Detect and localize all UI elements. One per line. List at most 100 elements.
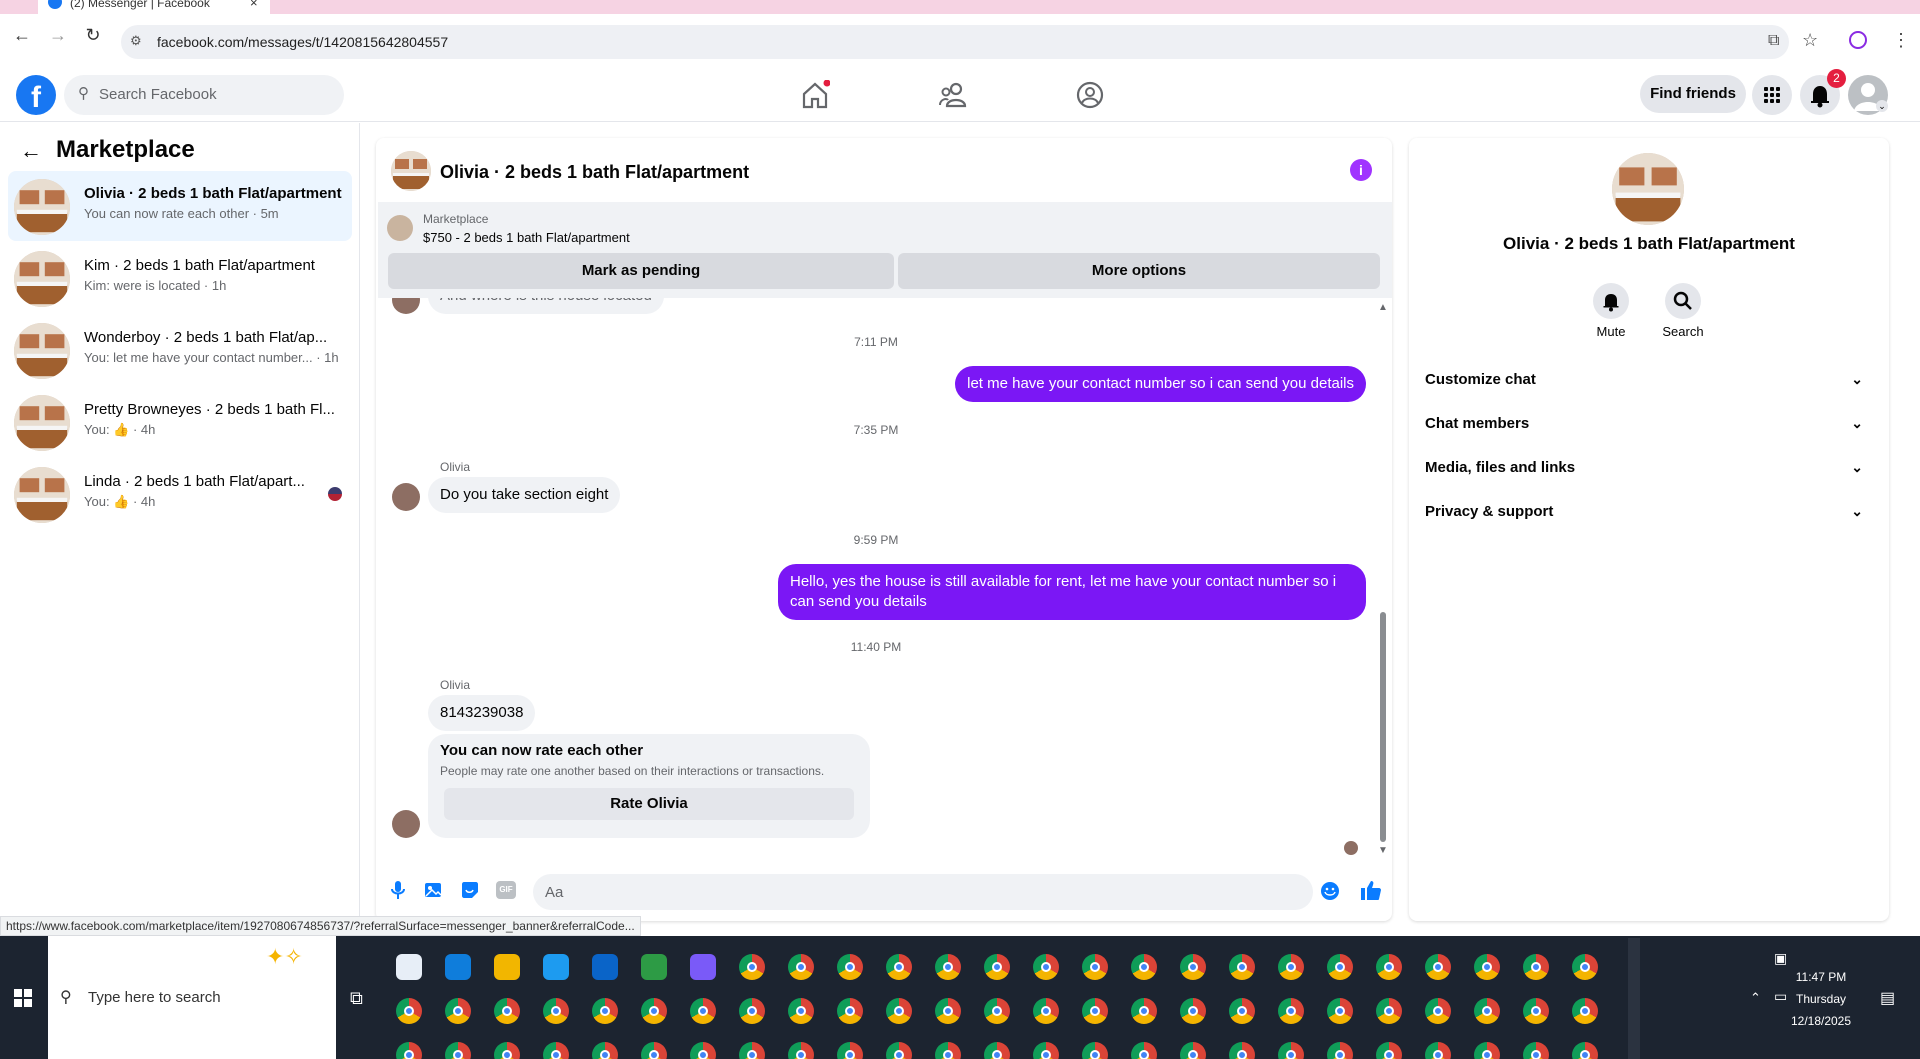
taskbar-app-icon[interactable] <box>494 954 520 980</box>
conversation-item[interactable]: Kim · 2 beds 1 bath Flat/apartment Kim: w… <box>8 243 352 313</box>
info-icon[interactable]: i <box>1350 159 1372 181</box>
scroll-up-icon[interactable]: ▲ <box>1378 302 1388 313</box>
thumbs-up-icon[interactable] <box>1360 879 1382 901</box>
site-info-icon[interactable]: ⚙ <box>130 33 142 49</box>
banner-listing[interactable]: $750 - 2 beds 1 bath Flat/apartment <box>423 230 630 245</box>
taskbar-app-icon[interactable] <box>1474 954 1500 980</box>
search-in-chat-button[interactable] <box>1665 283 1701 319</box>
taskbar-app-icon[interactable] <box>1033 954 1059 980</box>
rate-olivia-button[interactable]: Rate Olivia <box>444 788 854 820</box>
find-friends-button[interactable]: Find friends <box>1640 75 1746 113</box>
taskbar-app-icon[interactable] <box>1229 954 1255 980</box>
install-icon[interactable]: ⧉ <box>1768 32 1779 50</box>
taskbar-app-icon[interactable] <box>739 998 765 1024</box>
taskbar-app-icon[interactable] <box>935 954 961 980</box>
taskbar-app-icon[interactable] <box>1523 954 1549 980</box>
chevron-down-icon[interactable]: ⌄ <box>1876 100 1888 112</box>
microphone-icon[interactable] <box>390 880 406 900</box>
taskbar-app-icon[interactable] <box>1033 998 1059 1024</box>
meet-now-icon[interactable]: ▣ <box>1774 950 1787 967</box>
sticker-icon[interactable] <box>460 880 480 900</box>
taskbar-clock[interactable]: 11:47 PM Thursday 12/18/2025 <box>1776 966 1866 1032</box>
taskbar-app-icon[interactable] <box>396 998 422 1024</box>
message-input[interactable] <box>533 874 1313 910</box>
taskbar-app-icon[interactable] <box>690 998 716 1024</box>
taskbar-app-icon[interactable] <box>1572 954 1598 980</box>
back-icon[interactable]: ← <box>9 22 35 48</box>
mute-button[interactable] <box>1593 283 1629 319</box>
conversation-item[interactable]: Linda · 2 beds 1 bath Flat/apart... You: … <box>8 459 352 529</box>
taskbar-app-icon[interactable] <box>1327 954 1353 980</box>
taskbar-app-icon[interactable] <box>1131 998 1157 1024</box>
taskbar-app-icon[interactable] <box>1180 998 1206 1024</box>
taskbar-app-icon[interactable] <box>1572 998 1598 1024</box>
taskbar-app-icon[interactable] <box>1180 954 1206 980</box>
taskbar-app-icon[interactable] <box>788 954 814 980</box>
facebook-logo[interactable]: f <box>16 75 56 115</box>
scrollbar[interactable] <box>1380 612 1386 842</box>
taskbar-app-icon[interactable] <box>1082 998 1108 1024</box>
details-menu-item[interactable]: Customize chat ⌄ <box>1425 371 1877 407</box>
taskbar-app-icon[interactable] <box>396 954 422 980</box>
emoji-icon[interactable] <box>1320 881 1340 901</box>
taskbar-app-icon[interactable] <box>1376 998 1402 1024</box>
taskbar-app-icon[interactable] <box>739 954 765 980</box>
chat-listing-thumbnail[interactable] <box>391 151 431 191</box>
start-button[interactable] <box>0 936 48 1059</box>
show-hidden-icons-icon[interactable]: ⌃ <box>1750 990 1761 1006</box>
more-options-button[interactable]: More options <box>898 253 1380 289</box>
taskbar-app-icon[interactable] <box>1425 954 1451 980</box>
taskbar-app-icon[interactable] <box>690 954 716 980</box>
taskbar-app-icon[interactable] <box>886 998 912 1024</box>
taskbar-app-icon[interactable] <box>1082 954 1108 980</box>
mark-as-pending-button[interactable]: Mark as pending <box>388 253 894 289</box>
groups-icon[interactable] <box>1075 80 1105 110</box>
scroll-down-icon[interactable]: ▼ <box>1378 845 1388 856</box>
bookmark-star-icon[interactable]: ☆ <box>1802 30 1818 51</box>
back-arrow-icon[interactable]: ← <box>20 138 42 164</box>
taskbar-app-icon[interactable] <box>592 998 618 1024</box>
taskbar-app-icon[interactable] <box>935 998 961 1024</box>
taskbar-app-icon[interactable] <box>837 998 863 1024</box>
task-view-icon[interactable]: ⧉ <box>350 988 363 1009</box>
reload-icon[interactable]: ↻ <box>80 22 106 48</box>
taskbar-app-icon[interactable] <box>641 954 667 980</box>
taskbar-search-box[interactable]: ⚲ Type here to search ✦✧ <box>48 936 336 1059</box>
taskbar-app-icon[interactable] <box>1474 998 1500 1024</box>
taskbar-app-icon[interactable] <box>1278 954 1304 980</box>
details-menu-item[interactable]: Chat members ⌄ <box>1425 415 1877 451</box>
conversation-item[interactable]: Pretty Browneyes · 2 beds 1 bath Fl... Yo… <box>8 387 352 457</box>
details-menu-item[interactable]: Privacy & support ⌄ <box>1425 503 1877 539</box>
details-menu-item[interactable]: Media, files and links ⌄ <box>1425 459 1877 495</box>
taskbar-app-icon[interactable] <box>543 998 569 1024</box>
taskbar-app-icon[interactable] <box>1327 998 1353 1024</box>
taskbar-app-icon[interactable] <box>984 954 1010 980</box>
chat-title[interactable]: Olivia · 2 beds 1 bath Flat/apartment <box>440 162 749 183</box>
taskbar-app-icon[interactable] <box>641 998 667 1024</box>
taskbar-app-icon[interactable] <box>1523 998 1549 1024</box>
taskbar-app-icon[interactable] <box>445 998 471 1024</box>
forward-icon[interactable]: → <box>45 22 71 48</box>
profile-icon[interactable] <box>1849 31 1867 49</box>
taskbar-app-icon[interactable] <box>592 954 618 980</box>
taskbar-app-icon[interactable] <box>788 998 814 1024</box>
home-icon[interactable] <box>800 80 830 110</box>
taskbar-app-icon[interactable] <box>1131 954 1157 980</box>
taskbar-app-icon[interactable] <box>1376 954 1402 980</box>
taskbar-app-icon[interactable] <box>1278 998 1304 1024</box>
taskbar-app-icon[interactable] <box>494 998 520 1024</box>
browser-menu-icon[interactable]: ⋮ <box>1892 30 1910 51</box>
gif-icon[interactable]: GIF <box>496 881 516 899</box>
taskbar-app-icon[interactable] <box>1229 998 1255 1024</box>
conversation-item[interactable]: Olivia · 2 beds 1 bath Flat/apartment You… <box>8 171 352 241</box>
taskbar-app-icon[interactable] <box>984 998 1010 1024</box>
taskbar-app-icon[interactable] <box>445 954 471 980</box>
taskbar-app-icon[interactable] <box>543 954 569 980</box>
notification-center-icon[interactable]: ▤ <box>1880 988 1895 1008</box>
taskbar-app-icon[interactable] <box>1425 998 1451 1024</box>
menu-button[interactable] <box>1752 75 1792 115</box>
taskbar-app-icon[interactable] <box>886 954 912 980</box>
conversation-item[interactable]: Wonderboy · 2 beds 1 bath Flat/ap... You:… <box>8 315 352 385</box>
browser-tab[interactable]: (2) Messenger | Facebook × <box>38 0 270 14</box>
close-tab-icon[interactable]: × <box>250 0 258 10</box>
